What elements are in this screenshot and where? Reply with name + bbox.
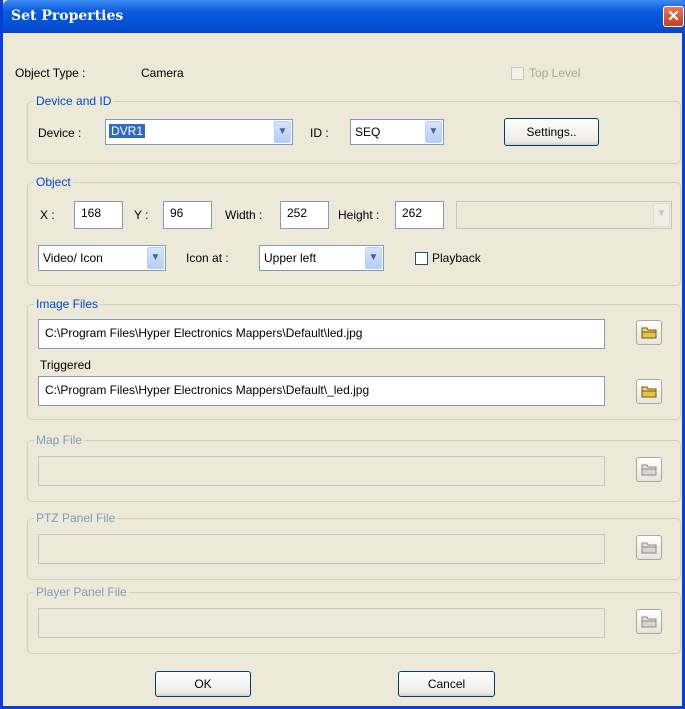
close-button[interactable]: ✕ [663,6,684,27]
image-file-path-field[interactable]: C:\Program Files\Hyper Electronics Mappe… [38,319,605,349]
dialog-title: Set Properties [11,8,124,24]
image-files-title: Image Files [34,297,101,311]
triggered-file-path-field[interactable]: C:\Program Files\Hyper Electronics Mappe… [38,376,605,406]
set-properties-dialog: Set Properties ✕ Object Type : Camera To… [0,0,685,709]
settings-button[interactable]: Settings.. [504,118,599,146]
close-icon: ✕ [667,8,680,25]
chevron-down-icon[interactable]: ▼ [147,247,164,269]
y-label: Y : [134,208,149,222]
chevron-down-icon[interactable]: ▼ [274,121,291,143]
playback-label: Playback [432,251,481,265]
triggered-label: Triggered [40,358,91,372]
folder-icon [641,327,657,339]
chevron-down-icon[interactable]: ▼ [425,121,442,143]
browse-triggered-button[interactable] [636,379,662,404]
device-label: Device : [38,126,82,140]
icon-position-value: Upper left [264,251,317,265]
title-bar[interactable]: Set Properties ✕ [3,0,685,33]
cancel-button[interactable]: Cancel [398,671,495,697]
width-label: Width : [225,208,263,222]
top-level-checkbox[interactable] [511,67,524,80]
cancel-button-label: Cancel [427,677,466,691]
id-select[interactable]: SEQ ▼ [350,119,444,145]
device-select[interactable]: DVR1 ▼ [105,119,293,145]
player-panel-file-title: Player Panel File [34,585,129,599]
top-level-label: Top Level [529,66,581,80]
folder-icon [641,464,657,476]
x-label: X : [40,208,55,222]
browse-player-panel-button [636,609,662,634]
icon-at-label: Icon at : [186,251,229,265]
player-panel-file-path-field [38,608,605,638]
ok-button-label: OK [194,677,212,691]
height-label: Height : [338,208,380,222]
device-value: DVR1 [109,124,146,138]
display-mode-value: Video/ Icon [43,251,103,265]
ok-button[interactable]: OK [155,671,251,697]
object-type-label: Object Type : [15,66,86,80]
y-field[interactable]: 96 [163,201,212,229]
x-field[interactable]: 168 [74,201,123,229]
id-label: ID : [310,126,329,140]
browse-image-button[interactable] [636,320,662,345]
icon-position-select[interactable]: Upper left ▼ [259,245,384,271]
device-and-id-title: Device and ID [34,94,114,108]
map-file-path-field [38,456,605,486]
display-mode-select[interactable]: Video/ Icon ▼ [38,245,166,271]
settings-button-label: Settings.. [526,125,577,139]
map-file-title: Map File [34,433,85,447]
height-field[interactable]: 262 [395,201,444,229]
chevron-down-icon[interactable]: ▼ [365,247,382,269]
browse-map-button [636,457,662,482]
ptz-panel-file-path-field [38,534,605,564]
object-type-value: Camera [141,66,184,80]
playback-checkbox[interactable] [415,252,428,265]
ptz-panel-file-title: PTZ Panel File [34,511,118,525]
browse-ptz-panel-button [636,535,662,560]
folder-icon [641,616,657,628]
chevron-down-icon: ▼ [653,203,670,227]
folder-icon [641,542,657,554]
width-field[interactable]: 252 [280,201,329,229]
id-value: SEQ [355,125,381,139]
object-extra-select: ▼ [456,201,672,229]
object-group-title: Object [34,175,73,189]
folder-icon [641,386,657,398]
